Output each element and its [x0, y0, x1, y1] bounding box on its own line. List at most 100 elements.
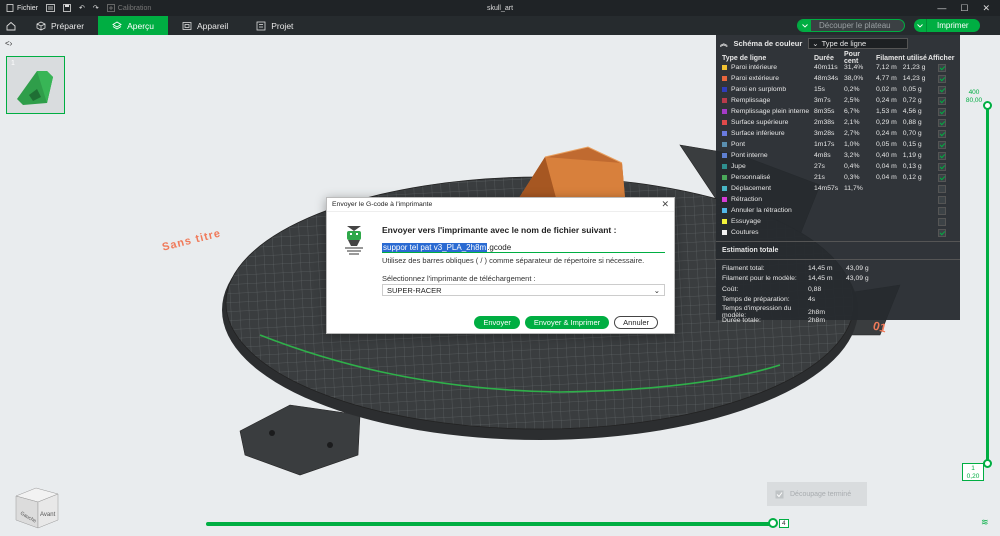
- home-icon: [6, 21, 16, 30]
- color-swatch: [722, 164, 727, 169]
- move-slider-track[interactable]: [206, 522, 774, 526]
- collapse-legend-icon[interactable]: ︽: [720, 38, 728, 49]
- legend-divider: [716, 241, 960, 242]
- send-button[interactable]: Envoyer: [474, 316, 520, 329]
- chevron-down-icon: ⌄: [653, 285, 660, 295]
- menu-button[interactable]: [46, 4, 55, 12]
- show-checkbox[interactable]: [938, 63, 946, 72]
- color-swatch: [722, 186, 727, 191]
- close-icon[interactable]: ✕: [982, 3, 990, 14]
- color-scheme-select[interactable]: ⌄ Type de ligne: [808, 37, 909, 49]
- color-scheme-legend: ︽ Schéma de couleur ⌄ Type de ligne Type…: [716, 35, 960, 324]
- estimate-label: Temps de préparation:: [722, 296, 790, 304]
- send-gcode-dialog: Envoyer le G-code à l'imprimante ✕ Envoy…: [326, 197, 675, 334]
- printer-select[interactable]: SUPER-RACER ⌄: [382, 284, 665, 296]
- show-checkbox[interactable]: [938, 107, 946, 116]
- print-button[interactable]: Imprimer: [914, 19, 980, 32]
- line-duration: 2m38s: [814, 119, 835, 126]
- line-duration: 14m57s: [814, 185, 839, 192]
- slice-plate-button[interactable]: Découper le plateau: [797, 19, 905, 32]
- line-type-label: Remplissage: [731, 97, 771, 104]
- slicing-complete-toast: Découpage terminé: [767, 482, 867, 506]
- save-button[interactable]: [63, 4, 71, 12]
- show-checkbox[interactable]: [938, 85, 946, 94]
- line-percent: 0,3%: [844, 174, 860, 181]
- undo-button[interactable]: ↶: [79, 4, 85, 12]
- show-checkbox[interactable]: [938, 74, 946, 83]
- tab-home[interactable]: [0, 16, 22, 35]
- tab-preview[interactable]: Aperçu: [98, 16, 169, 35]
- file-menu[interactable]: Fichier: [6, 4, 38, 12]
- color-swatch: [722, 153, 727, 158]
- layer-slider-track[interactable]: [986, 103, 989, 465]
- bottom-layer-number: 1: [971, 465, 975, 472]
- title-bar: Fichier ↶ ↷ Calibration skull_art — ☐ ✕: [0, 0, 1000, 16]
- color-swatch: [722, 197, 727, 202]
- move-slider-handle[interactable]: [768, 518, 778, 528]
- line-type-name: Personnalisé: [722, 174, 814, 181]
- plate-thumbnail[interactable]: 1: [6, 56, 65, 114]
- legend-row: Annuler la rétraction: [716, 205, 960, 216]
- slice-plate-label: Découper le plateau: [819, 21, 891, 30]
- top-layer-number: 400: [968, 89, 980, 96]
- tab-device[interactable]: Appareil: [168, 16, 242, 35]
- legend-row: Remplissage plein interne 8m35s 6,7% 1,53 m…: [716, 106, 960, 117]
- estimate-value-1: 4s: [808, 296, 816, 304]
- estimate-title: Estimation totale: [722, 247, 779, 254]
- tab-prepare[interactable]: Préparer: [22, 16, 98, 35]
- estimate-value-1: 2h8m: [808, 308, 826, 316]
- show-checkbox[interactable]: [938, 195, 946, 204]
- show-checkbox[interactable]: [938, 173, 946, 182]
- show-checkbox[interactable]: [938, 118, 946, 127]
- show-checkbox[interactable]: [938, 129, 946, 138]
- close-icon[interactable]: ✕: [661, 199, 669, 210]
- filename-selected-text: suppor tel pat v3_PLA_2h8m: [382, 242, 488, 252]
- send-and-print-button[interactable]: Envoyer & Imprimer: [524, 316, 610, 329]
- estimate-row: Coût: 0,88: [716, 284, 960, 295]
- view-cube[interactable]: Gauche Avant: [12, 482, 62, 532]
- line-filament: 0,29 m 0,88 g: [876, 119, 928, 126]
- color-swatch: [722, 131, 727, 136]
- print-dropdown-icon[interactable]: [914, 19, 927, 32]
- tab-project[interactable]: Projet: [242, 16, 307, 35]
- layer-slider-top-handle[interactable]: [983, 101, 992, 110]
- line-duration: 27s: [814, 163, 825, 170]
- filename-hint: Utilisez des barres obliques ( / ) comme…: [382, 256, 645, 265]
- line-duration: 3m7s: [814, 97, 831, 104]
- show-checkbox[interactable]: [938, 217, 946, 226]
- dialog-heading: Envoyer vers l'imprimante avec le nom de…: [382, 225, 617, 235]
- minimize-icon[interactable]: —: [937, 3, 946, 13]
- show-checkbox[interactable]: [938, 140, 946, 149]
- file-icon: [6, 4, 14, 12]
- show-checkbox[interactable]: [938, 184, 946, 193]
- layers-icon: [112, 20, 122, 30]
- slice-dropdown-icon[interactable]: [798, 20, 811, 31]
- show-checkbox[interactable]: [938, 162, 946, 171]
- color-swatch: [722, 65, 727, 70]
- show-checkbox[interactable]: [938, 151, 946, 160]
- model-thumbnail-icon: [17, 71, 53, 105]
- show-checkbox[interactable]: [938, 206, 946, 215]
- layer-view-icon[interactable]: ≋: [981, 517, 989, 528]
- color-swatch: [722, 219, 727, 224]
- line-type-name: Coutures: [722, 229, 814, 236]
- line-filament: 0,24 m 0,70 g: [876, 130, 928, 137]
- cancel-button[interactable]: Annuler: [614, 316, 658, 329]
- estimate-value-1: 14,45 m: [808, 275, 833, 283]
- redo-button[interactable]: ↷: [93, 4, 99, 12]
- collapse-sidebar-icon[interactable]: <›: [5, 39, 12, 48]
- show-checkbox[interactable]: [938, 96, 946, 105]
- line-duration: 40m11s: [814, 64, 838, 71]
- maximize-icon[interactable]: ☐: [960, 3, 968, 14]
- line-type-name: Jupe: [722, 163, 814, 170]
- calibration-button[interactable]: Calibration: [106, 4, 151, 12]
- line-duration: 4m8s: [814, 152, 831, 159]
- layer-slider-bottom-handle[interactable]: [983, 459, 992, 468]
- color-swatch: [722, 175, 727, 180]
- show-checkbox[interactable]: [938, 228, 946, 237]
- file-menu-label: Fichier: [17, 4, 39, 12]
- move-slider-value: 4: [779, 519, 789, 528]
- filename-input[interactable]: suppor tel pat v3_PLA_2h8m .gcode: [382, 242, 665, 253]
- legend-row: Rétraction: [716, 194, 960, 205]
- undo-icon: ↶: [79, 5, 85, 12]
